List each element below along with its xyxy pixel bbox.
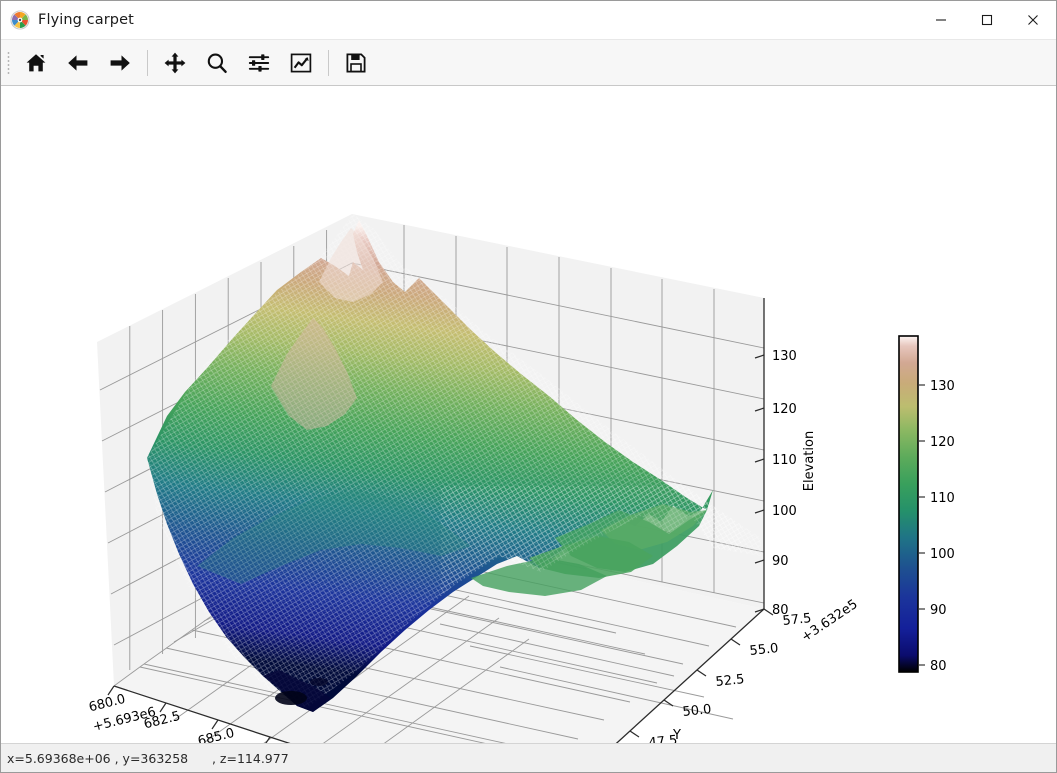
colorbar-tick-label: 130 [930, 379, 955, 394]
back-button[interactable] [57, 43, 99, 83]
y-tick-label: 50.0 [682, 702, 712, 720]
matplotlib-logo-icon [10, 10, 30, 30]
figure-canvas-area[interactable]: 680.0 682.5 685.0 687.5 690.0 692.5 695.… [1, 86, 1056, 743]
back-arrow-icon [68, 54, 88, 71]
maximize-button[interactable] [964, 1, 1010, 39]
toolbar-separator [147, 49, 148, 76]
cursor-coordinates-readout: x=5.69368e+06 , y=363258 , z=114.977 [7, 750, 289, 766]
surface-plot-3d[interactable]: 680.0 682.5 685.0 687.5 690.0 692.5 695.… [1, 86, 1056, 743]
home-button[interactable] [15, 43, 57, 83]
z-axis-label: Elevation [802, 431, 817, 491]
configure-subplots-button[interactable] [238, 43, 280, 83]
customize-chart-icon [290, 53, 312, 72]
pan-move-icon [164, 52, 186, 73]
y-tick-label: 52.5 [715, 672, 745, 690]
colorbar-tick-label: 100 [930, 547, 955, 562]
toolbar-separator [328, 49, 329, 76]
save-floppy-icon [346, 53, 366, 72]
z-tick-label: 100 [772, 504, 797, 519]
title-bar: Flying carpet [1, 1, 1056, 40]
forward-button[interactable] [99, 43, 141, 83]
minimize-icon [936, 19, 946, 21]
forward-arrow-icon [110, 54, 130, 71]
navigation-toolbar [1, 40, 1056, 86]
window-controls [918, 1, 1056, 39]
application-window: Flying carpet 680.0 682.5 685.0 +5.693e6… [0, 0, 1057, 773]
zoom-button[interactable] [196, 43, 238, 83]
z-tick-label: 80 [772, 603, 789, 618]
close-button[interactable] [1010, 1, 1056, 39]
edit-parameters-button[interactable] [280, 43, 322, 83]
maximize-icon [981, 14, 993, 26]
y-axis-label: Y [672, 728, 681, 743]
close-icon [1028, 15, 1038, 25]
colorbar-tick-label: 90 [930, 603, 947, 618]
window-title: Flying carpet [38, 12, 134, 28]
save-button[interactable] [335, 43, 377, 83]
colorbar-tick-label: 110 [930, 491, 955, 506]
status-bar: x=5.69368e+06 , y=363258 , z=114.977 [1, 743, 1056, 772]
z-tick-label: 90 [772, 554, 789, 569]
zoom-magnifier-icon [207, 53, 227, 73]
z-tick-label: 130 [772, 349, 797, 364]
pan-button[interactable] [154, 43, 196, 83]
y-tick-label: 55.0 [749, 641, 779, 659]
minimize-button[interactable] [918, 1, 964, 39]
subplot-sliders-icon [248, 53, 270, 72]
toolbar-drag-handle[interactable] [3, 49, 13, 77]
home-icon [26, 53, 46, 71]
colorbar-gradient [898, 335, 919, 673]
z-tick-label: 120 [772, 402, 797, 417]
colorbar-tick-label: 120 [930, 435, 955, 450]
colorbar-tick-label: 80 [930, 659, 947, 674]
z-tick-label: 110 [772, 453, 797, 468]
